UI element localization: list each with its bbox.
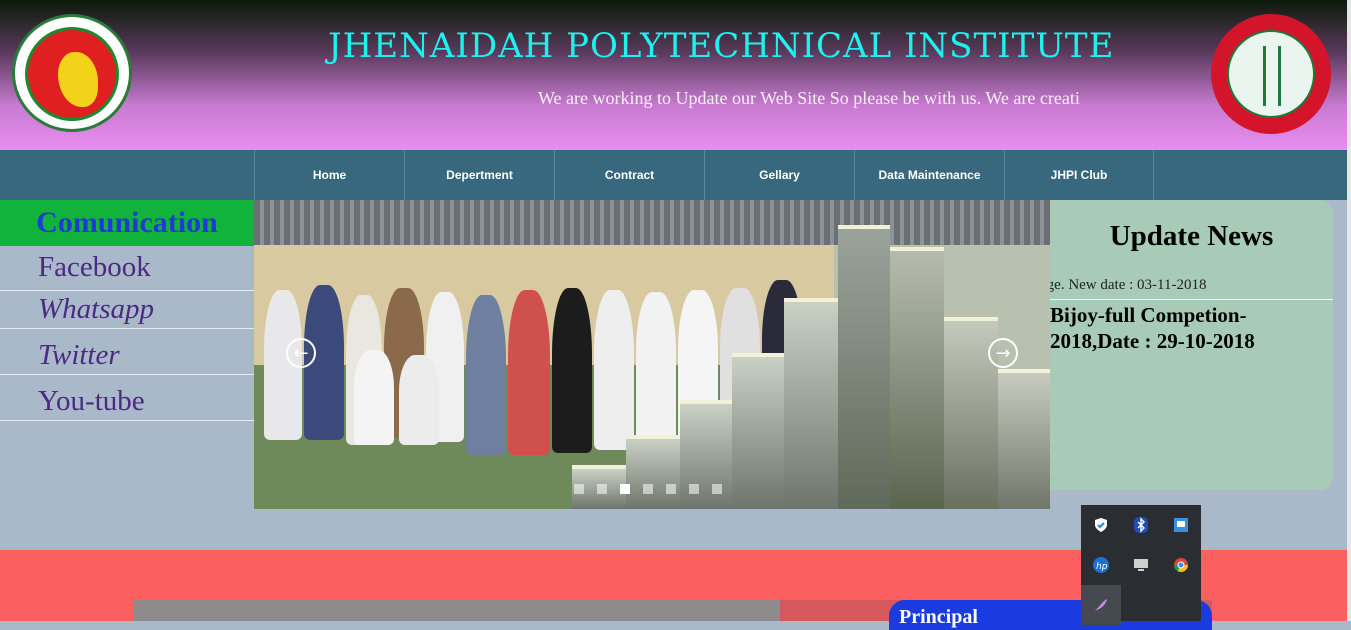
transition-tile [732,353,784,509]
image-slider[interactable]: ← → [254,200,1050,509]
update-news-title: Update News [1109,220,1274,252]
communication-heading-text: Comunication [36,206,218,239]
seal-ring [25,27,119,121]
group-photo-person [399,355,439,445]
display-icon[interactable] [1161,505,1201,545]
chrome-icon[interactable] [1161,545,1201,585]
monitor-icon[interactable] [1121,545,1161,585]
feather-icon[interactable] [1081,585,1121,625]
government-seal-icon[interactable] [12,14,132,132]
group-photo-person [354,350,394,445]
svg-text:hp: hp [1096,562,1108,572]
transition-tile [890,247,944,509]
twitter-link[interactable]: Twitter [0,329,254,375]
group-photo-person [552,288,592,453]
slider-dot[interactable] [712,484,722,494]
emblem-inner [1227,30,1315,118]
slider-dot[interactable] [643,484,653,494]
system-tray-popup: hp [1081,505,1201,625]
news-divider [1050,299,1333,300]
transition-tile [626,435,680,509]
group-photo-person [466,295,506,455]
nav-data-maintenance[interactable]: Data Maintenance [854,150,1004,200]
slider-dot-active[interactable] [620,484,630,494]
bangladesh-map-icon [58,52,98,107]
group-photo-person [508,290,550,455]
slider-indicators [574,484,722,494]
slider-next-button[interactable]: → [988,338,1018,368]
site-title: JHENAIDAH POLYTECHNICAL INSTITUTE [328,26,1115,66]
news-ticker-text: age. New date : 03-11-2018 [1050,277,1207,293]
nav-gallery[interactable]: Gellary [704,150,854,200]
youtube-link[interactable]: You-tube [0,375,254,421]
nav-home[interactable]: Home [254,150,404,200]
slider-dot[interactable] [597,484,607,494]
marquee-text: We are working to Update our Web Site So… [538,88,1080,108]
nav-jhpi-club[interactable]: JHPI Club [1004,150,1154,200]
slider-prev-button[interactable]: ← [286,338,316,368]
update-news-panel: Update News age. New date : 03-11-2018 B… [1050,200,1333,490]
principal-label: Principal [899,606,978,628]
group-photo-person [636,292,676,442]
slider-dot[interactable] [574,484,584,494]
group-photo-person [594,290,634,450]
bluetooth-icon[interactable] [1121,505,1161,545]
news-ticker: age. New date : 03-11-2018 [1050,277,1333,297]
transition-tile [838,225,890,509]
news-headline[interactable]: Bijoy-full Competion-2018,Date : 29-10-2… [1050,302,1333,354]
hp-icon[interactable]: hp [1081,545,1121,585]
page-scrollbar[interactable] [1347,0,1351,621]
main-nav: Home Depertment Contract Gellary Data Ma… [0,150,1347,200]
slide-roof [254,200,1050,245]
tower-icon [1263,46,1281,106]
announcement-marquee: We are working to Update our Web Site So… [538,88,1145,114]
communication-heading: Comunication [0,200,254,246]
shield-icon[interactable] [1081,505,1121,545]
institute-emblem-icon[interactable] [1211,14,1331,134]
slider-dot[interactable] [689,484,699,494]
site-header: JHENAIDAH POLYTECHNICAL INSTITUTE We are… [0,0,1347,150]
whatsapp-link[interactable]: Whatsapp [0,283,254,329]
nav-contract[interactable]: Contract [554,150,704,200]
transition-tile [998,369,1050,509]
nav-department[interactable]: Depertment [404,150,554,200]
slider-dot[interactable] [666,484,676,494]
content-block-left [133,600,780,621]
transition-tile [784,298,838,509]
